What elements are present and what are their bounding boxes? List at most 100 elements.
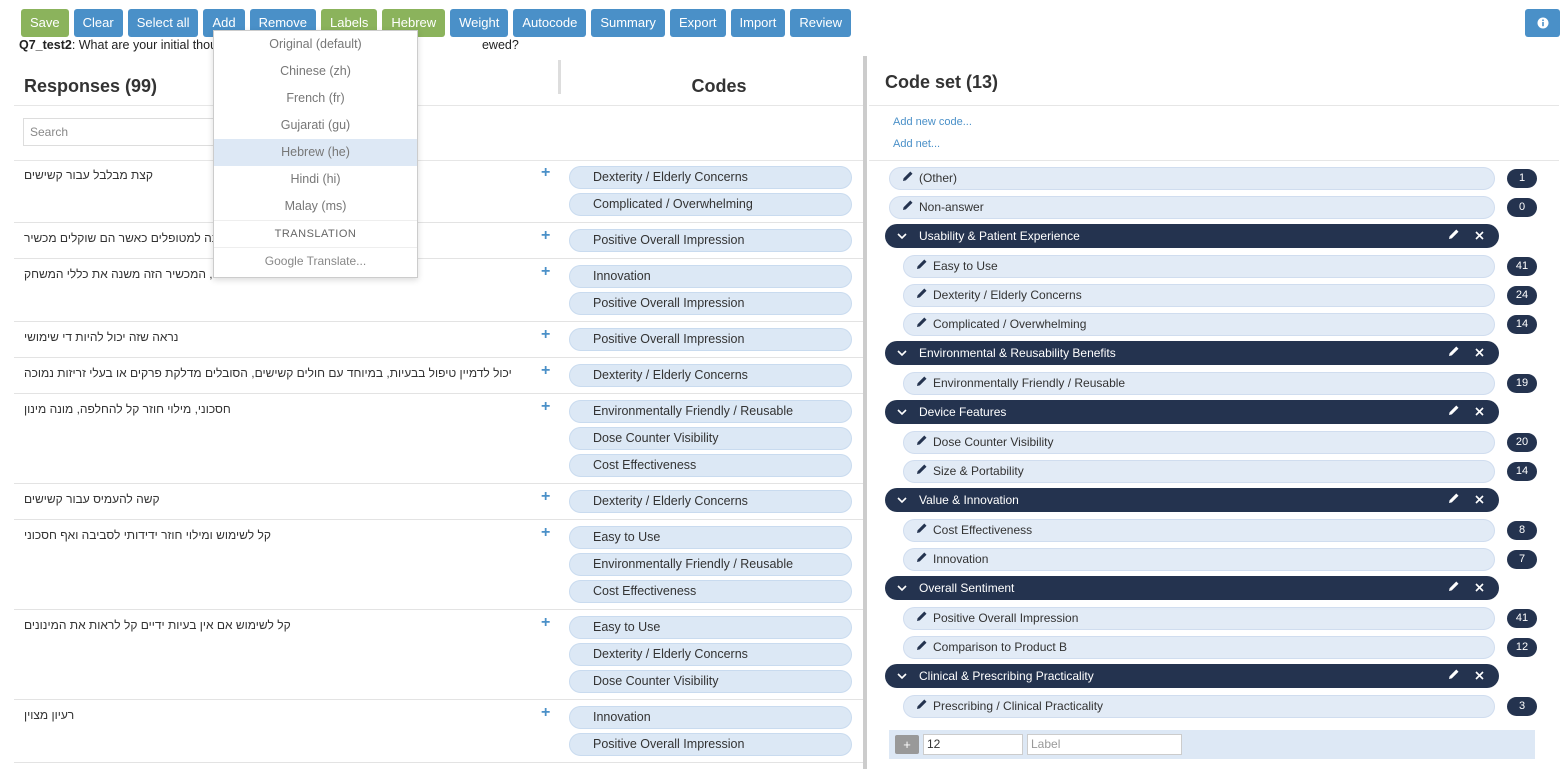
- code-item[interactable]: Positive Overall Impression: [903, 607, 1495, 630]
- weight-button[interactable]: Weight: [450, 9, 509, 37]
- code-pill[interactable]: Environmentally Friendly / Reusable: [569, 400, 852, 423]
- close-icon[interactable]: [1475, 400, 1484, 424]
- edit-code-icon[interactable]: [902, 168, 914, 189]
- pencil-icon[interactable]: [916, 258, 928, 270]
- edit-code-icon[interactable]: [902, 197, 914, 218]
- pencil-icon[interactable]: [1448, 404, 1460, 416]
- edit-code-icon[interactable]: [916, 637, 928, 658]
- save-button[interactable]: Save: [21, 9, 69, 37]
- panel-divider[interactable]: [863, 56, 867, 769]
- code-pill[interactable]: Cost Effectiveness: [569, 580, 852, 603]
- response-row[interactable]: קשה להעמיס עבור קשישים + Dexterity / Elder…: [14, 484, 866, 520]
- edit-code-icon[interactable]: [916, 285, 928, 306]
- add-net-link[interactable]: Add net...: [893, 138, 940, 150]
- edit-code-icon[interactable]: [916, 314, 928, 335]
- edit-code-icon[interactable]: [916, 461, 928, 482]
- add-new-code-link[interactable]: Add new code...: [893, 116, 972, 128]
- language-option[interactable]: Chinese (zh): [214, 58, 417, 85]
- code-pill[interactable]: Positive Overall Impression: [569, 229, 852, 252]
- pencil-icon[interactable]: [1448, 668, 1460, 680]
- response-row[interactable]: נראה שזה יכול להיות די שימושי + Positive O…: [14, 322, 866, 358]
- code-pill[interactable]: Positive Overall Impression: [569, 292, 852, 315]
- pencil-icon[interactable]: [1448, 228, 1460, 240]
- chevron-down-icon[interactable]: [897, 224, 909, 248]
- net-header[interactable]: Clinical & Prescribing Practicality: [885, 664, 1499, 688]
- pencil-icon[interactable]: [1448, 345, 1460, 357]
- edit-code-icon[interactable]: [916, 373, 928, 394]
- add-code-plus-icon[interactable]: +: [541, 164, 550, 182]
- edit-net-icon[interactable]: [1448, 576, 1460, 600]
- code-pill[interactable]: Easy to Use: [569, 526, 852, 549]
- chevron-down-icon[interactable]: [897, 664, 909, 688]
- autocode-button[interactable]: Autocode: [513, 9, 587, 37]
- edit-net-icon[interactable]: [1448, 664, 1460, 688]
- pencil-icon[interactable]: [916, 698, 928, 710]
- add-code-plus-icon[interactable]: +: [541, 398, 550, 416]
- close-icon[interactable]: [1475, 488, 1484, 512]
- code-item[interactable]: Prescribing / Clinical Practicality: [903, 695, 1495, 718]
- edit-net-icon[interactable]: [1448, 400, 1460, 424]
- pencil-icon[interactable]: [1448, 492, 1460, 504]
- pencil-icon[interactable]: [902, 170, 914, 182]
- edit-code-icon[interactable]: [916, 256, 928, 277]
- code-item[interactable]: Comparison to Product B: [903, 636, 1495, 659]
- pencil-icon[interactable]: [916, 287, 928, 299]
- language-option[interactable]: Malay (ms): [214, 193, 417, 220]
- select-all-button[interactable]: Select all: [127, 9, 199, 37]
- add-code-button[interactable]: +: [895, 735, 919, 754]
- new-code-number-input[interactable]: 12: [923, 734, 1023, 755]
- language-option[interactable]: Original (default): [214, 31, 417, 58]
- close-icon[interactable]: [1475, 224, 1484, 248]
- add-code-plus-icon[interactable]: +: [541, 362, 550, 380]
- add-code-plus-icon[interactable]: +: [541, 326, 550, 344]
- code-item[interactable]: Size & Portability: [903, 460, 1495, 483]
- response-row[interactable]: יכול לדמיין טיפול בבעיות, במיוחד עם חולי…: [14, 358, 866, 394]
- language-option[interactable]: Gujarati (gu): [214, 112, 417, 139]
- pencil-icon[interactable]: [916, 551, 928, 563]
- add-code-plus-icon[interactable]: +: [541, 524, 550, 542]
- net-header[interactable]: Value & Innovation: [885, 488, 1499, 512]
- code-pill[interactable]: Dexterity / Elderly Concerns: [569, 643, 852, 666]
- chevron-down-icon[interactable]: [897, 400, 909, 424]
- edit-net-icon[interactable]: [1448, 341, 1460, 365]
- language-option[interactable]: Hebrew (he): [214, 139, 417, 166]
- add-code-plus-icon[interactable]: +: [541, 263, 550, 281]
- close-icon[interactable]: [1475, 576, 1484, 600]
- edit-net-icon[interactable]: [1448, 224, 1460, 248]
- chevron-down-icon[interactable]: [897, 488, 909, 512]
- code-item[interactable]: (Other): [889, 167, 1495, 190]
- edit-code-icon[interactable]: [916, 520, 928, 541]
- code-pill[interactable]: Dexterity / Elderly Concerns: [569, 364, 852, 387]
- edit-code-icon[interactable]: [916, 432, 928, 453]
- net-header[interactable]: Environmental & Reusability Benefits: [885, 341, 1499, 365]
- summary-button[interactable]: Summary: [591, 9, 665, 37]
- new-code-label-input[interactable]: Label: [1027, 734, 1182, 755]
- add-code-plus-icon[interactable]: +: [541, 704, 550, 722]
- chevron-down-icon[interactable]: [897, 576, 909, 600]
- pencil-icon[interactable]: [916, 316, 928, 328]
- net-header[interactable]: Overall Sentiment: [885, 576, 1499, 600]
- google-translate-item[interactable]: Google Translate...: [214, 247, 417, 274]
- code-pill[interactable]: Innovation: [569, 265, 852, 288]
- response-row[interactable]: רעיון מצוין + Innovation Positive Overall I…: [14, 700, 866, 763]
- code-pill[interactable]: Positive Overall Impression: [569, 733, 852, 756]
- code-item[interactable]: Complicated / Overwhelming: [903, 313, 1495, 336]
- code-item[interactable]: Dose Counter Visibility: [903, 431, 1495, 454]
- code-item[interactable]: Cost Effectiveness: [903, 519, 1495, 542]
- code-item[interactable]: Environmentally Friendly / Reusable: [903, 372, 1495, 395]
- pencil-icon[interactable]: [916, 610, 928, 622]
- response-row[interactable]: הים, המכשיר הזה משנה את כללי המשחק + Innov…: [14, 259, 866, 322]
- code-item[interactable]: Dexterity / Elderly Concerns: [903, 284, 1495, 307]
- code-item[interactable]: Innovation: [903, 548, 1495, 571]
- close-icon[interactable]: [1475, 341, 1484, 365]
- code-pill[interactable]: Innovation: [569, 706, 852, 729]
- code-pill[interactable]: Complicated / Overwhelming: [569, 193, 852, 216]
- net-header[interactable]: Device Features: [885, 400, 1499, 424]
- code-pill[interactable]: Environmentally Friendly / Reusable: [569, 553, 852, 576]
- language-option[interactable]: French (fr): [214, 85, 417, 112]
- pencil-icon[interactable]: [916, 463, 928, 475]
- chevron-down-icon[interactable]: [897, 341, 909, 365]
- pencil-icon[interactable]: [916, 639, 928, 651]
- review-button[interactable]: Review: [790, 9, 851, 37]
- response-row[interactable]: קל לשימוש ומילוי חוזר ידידותי לסביבה ואף…: [14, 520, 866, 610]
